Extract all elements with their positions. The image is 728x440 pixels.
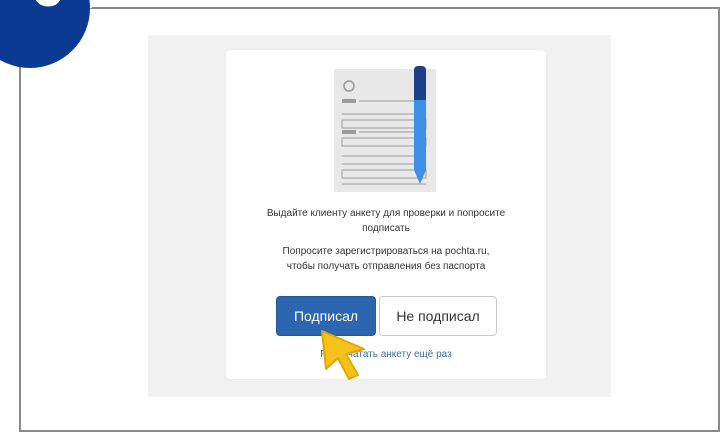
register-line-1: Попросите зарегистрироваться на pochta.r… (282, 246, 490, 257)
document-with-pen-icon (334, 66, 436, 192)
signature-card: Выдайте клиенту анкету для проверки и по… (226, 50, 546, 379)
not-signed-button[interactable]: Не подписал (379, 296, 497, 336)
instruction-line-2: подписать (362, 223, 410, 234)
instruction-line-1: Выдайте клиенту анкету для проверки и по… (266, 208, 506, 219)
cursor-arrow-icon (321, 330, 365, 380)
register-text: Попросите зарегистрироваться на pochta.r… (226, 244, 546, 274)
reprint-form-link[interactable]: Распечатать анкету ещё раз (226, 349, 546, 360)
instruction-text: Выдайте клиенту анкету для проверки и по… (226, 206, 546, 236)
register-line-2: чтобы получать отправления без паспорта (286, 261, 486, 272)
